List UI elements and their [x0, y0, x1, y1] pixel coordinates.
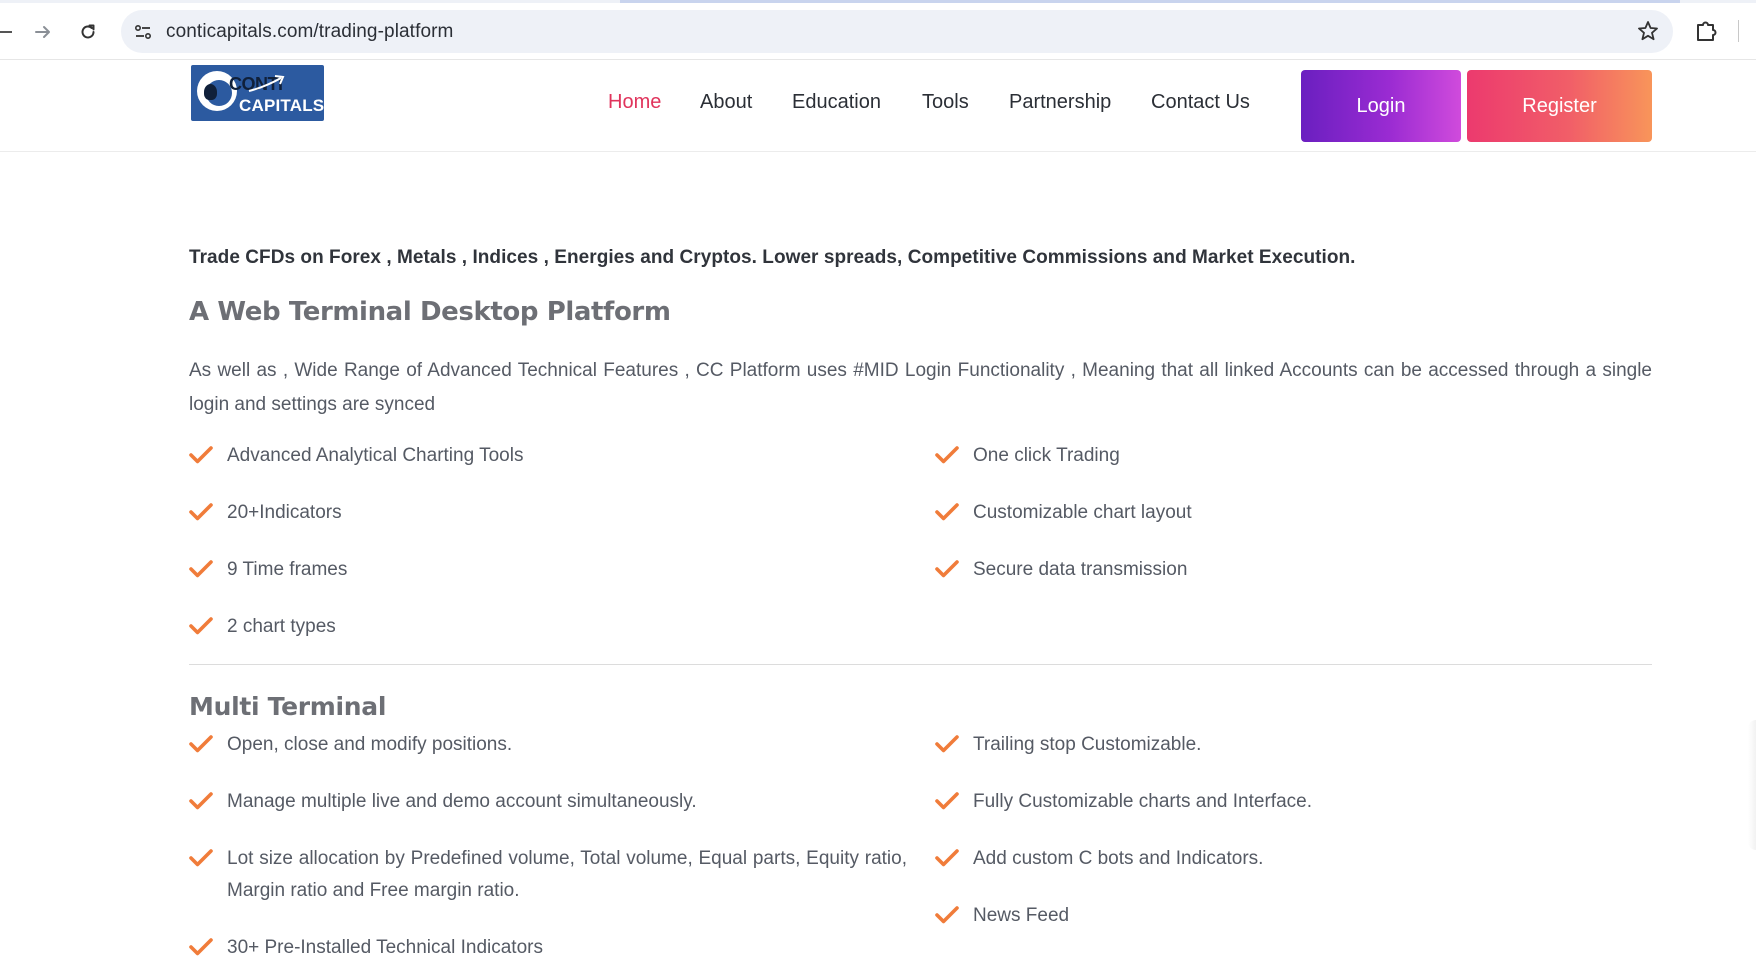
check-icon: [935, 560, 959, 578]
web-terminal-description: As well as , Wide Range of Advanced Tech…: [189, 360, 1652, 415]
intro-text: Trade CFDs on Forex , Metals , Indices ,…: [189, 247, 1356, 268]
nav-partnership[interactable]: Partnership: [1009, 91, 1111, 114]
check-icon: [189, 735, 213, 753]
check-icon: [935, 503, 959, 521]
puzzle-icon[interactable]: [1692, 16, 1722, 46]
toolbar-divider: [1738, 20, 1739, 42]
web-terminal-heading: A Web Terminal Desktop Platform: [189, 297, 671, 327]
check-icon: [935, 446, 959, 464]
browser-toolbar: conticapitals.com/trading-platform: [0, 0, 1756, 60]
logo-arrow-icon: [248, 75, 285, 92]
check-icon: [935, 906, 959, 924]
scroll-edge: [1748, 720, 1756, 850]
nav-home[interactable]: Home: [608, 91, 661, 114]
active-tab-edge: [620, 0, 1680, 3]
check-icon: [935, 792, 959, 810]
check-icon: [189, 938, 213, 956]
section-divider: [189, 664, 1652, 665]
logo-text-bottom: CAPITALS: [239, 96, 324, 115]
multi-terminal-heading: Multi Terminal: [189, 692, 387, 721]
site-settings-icon[interactable]: [133, 22, 153, 42]
nav-about[interactable]: About: [700, 91, 752, 114]
check-icon: [189, 560, 213, 578]
check-icon: [189, 849, 213, 867]
site-header: CONTI CAPITALS Home About Education Tool…: [0, 60, 1756, 152]
login-button[interactable]: Login: [1301, 70, 1461, 142]
url-text[interactable]: conticapitals.com/trading-platform: [166, 10, 453, 53]
check-icon: [189, 792, 213, 810]
nav-education[interactable]: Education: [792, 91, 881, 114]
check-icon: [189, 446, 213, 464]
back-arrow-icon[interactable]: [0, 16, 22, 48]
forward-arrow-icon[interactable]: [27, 16, 59, 48]
check-icon: [189, 503, 213, 521]
tab-strip-edge: [0, 0, 1756, 3]
check-icon: [935, 849, 959, 867]
reload-icon[interactable]: [72, 16, 104, 48]
check-icon: [189, 617, 213, 635]
check-icon: [935, 735, 959, 753]
address-bar[interactable]: conticapitals.com/trading-platform: [121, 10, 1673, 53]
nav-contact-us[interactable]: Contact Us: [1151, 91, 1250, 114]
nav-tools[interactable]: Tools: [922, 91, 969, 114]
conti-capitals-logo[interactable]: CONTI CAPITALS: [191, 65, 324, 121]
star-icon[interactable]: [1635, 19, 1661, 45]
register-button[interactable]: Register: [1467, 70, 1652, 142]
